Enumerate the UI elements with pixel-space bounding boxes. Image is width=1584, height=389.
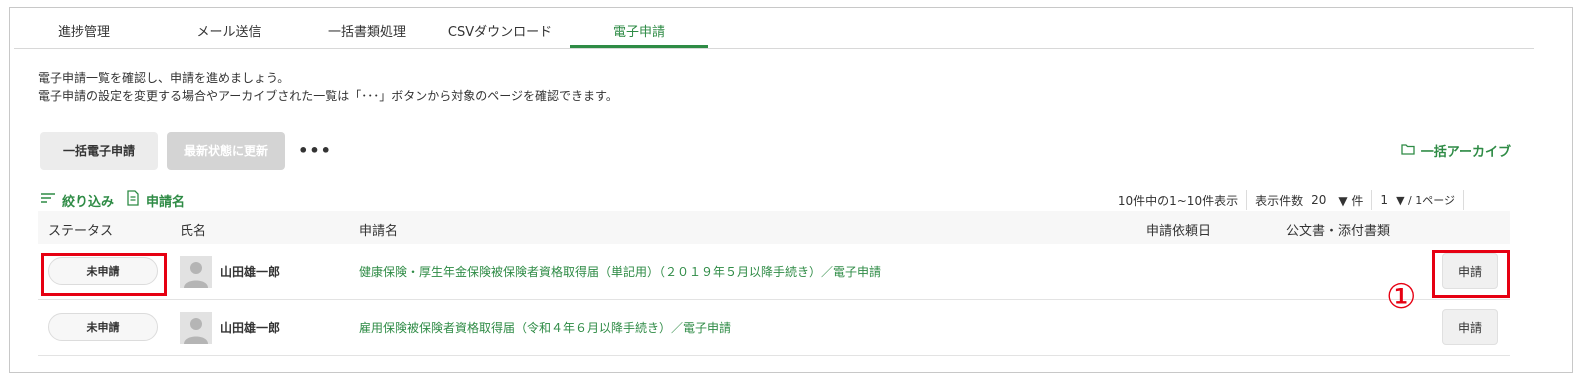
- application-link[interactable]: 健康保険・厚生年金保険被保険者資格取得届（単記用）（２０１９年５月以降手続き）／…: [359, 263, 881, 280]
- header-status: ステータス: [48, 224, 114, 239]
- avatar: [180, 312, 212, 344]
- more-options-button[interactable]: •••: [298, 132, 332, 170]
- application-name-filter[interactable]: 申請名: [126, 190, 185, 210]
- application-name-filter-label: 申請名: [146, 194, 186, 210]
- employee-name: 山田雄一郎: [220, 321, 281, 335]
- pagination: 10件中の1~10件表示 表示件数 20 ▼ 件 1 ▼ / 1ページ: [1118, 189, 1472, 211]
- apply-button-highlight-box: [1432, 250, 1510, 298]
- header-name: 氏名: [180, 224, 207, 239]
- table-row: 未申請 山田雄一郎 健康保険・厚生年金保険被保険者資格取得届（単記用）（２０１９…: [38, 244, 1510, 300]
- status-badge: 未申請: [48, 313, 158, 341]
- tab-progress[interactable]: 進捗管理: [14, 18, 154, 48]
- tab-bar: 進捗管理 メール送信 一括書類処理 CSVダウンロード 電子申請: [14, 18, 1534, 49]
- description-line-1: 電子申請一覧を確認し、申請を進めましょう。: [38, 71, 290, 85]
- page-select[interactable]: 1 ▼ / 1ページ: [1380, 192, 1455, 208]
- document-icon: [126, 190, 140, 210]
- result-summary: 10件中の1~10件表示: [1117, 193, 1239, 208]
- page-total: ▼ / 1ページ: [1396, 194, 1455, 207]
- employee-name: 山田雄一郎: [220, 265, 281, 279]
- filter-button[interactable]: 絞り込み: [40, 191, 114, 210]
- page-description: 電子申請一覧を確認し、申請を進めましょう。 電子申請の設定を変更する場合やアーカ…: [38, 69, 618, 105]
- filter-label: 絞り込み: [62, 194, 115, 210]
- per-page-label: 表示件数: [1255, 193, 1304, 208]
- tab-bulk-documents[interactable]: 一括書類処理: [304, 18, 430, 48]
- status-highlight-box: [41, 253, 167, 296]
- tab-e-application[interactable]: 電子申請: [570, 18, 708, 48]
- apply-button[interactable]: 申請: [1442, 309, 1498, 345]
- header-documents: 公文書・添付書類: [1286, 224, 1391, 239]
- avatar: [180, 256, 212, 288]
- divider: [1246, 190, 1248, 210]
- bulk-archive-button[interactable]: 一括アーカイブ: [1401, 141, 1511, 160]
- table-row: 未申請 山田雄一郎 雇用保険被保険者資格取得届（令和４年６月以降手続き）／電子申…: [38, 300, 1510, 356]
- filter-icon: [40, 192, 56, 208]
- table-header: ステータス 氏名 申請名 申請依頼日 公文書・添付書類: [38, 211, 1510, 244]
- application-table: ステータス 氏名 申請名 申請依頼日 公文書・添付書類 未申請 山田雄一郎 健康…: [38, 211, 1510, 356]
- folder-icon: [1401, 143, 1415, 159]
- tab-mail[interactable]: メール送信: [154, 18, 304, 48]
- per-page-select[interactable]: 20 ▼ 件: [1311, 192, 1363, 209]
- per-page-value: 20: [1311, 193, 1327, 207]
- refresh-status-button[interactable]: 最新状態に更新: [167, 132, 285, 170]
- tab-csv-download[interactable]: CSVダウンロード: [430, 18, 570, 48]
- divider: [1371, 190, 1373, 210]
- step-marker: ①: [1386, 277, 1417, 317]
- divider: [1463, 190, 1464, 210]
- header-request-date: 申請依頼日: [1146, 224, 1212, 239]
- page-value: 1: [1380, 193, 1389, 207]
- application-link[interactable]: 雇用保険被保険者資格取得届（令和４年６月以降手続き）／電子申請: [359, 319, 731, 336]
- bulk-e-apply-button[interactable]: 一括電子申請: [40, 132, 158, 170]
- bulk-archive-label: 一括アーカイブ: [1420, 145, 1511, 160]
- header-application: 申請名: [359, 224, 399, 239]
- description-line-2: 電子申請の設定を変更する場合やアーカイブされた一覧は「･･･」ボタンから対象のペ…: [38, 89, 618, 103]
- filter-bar: 絞り込み 申請名: [40, 190, 197, 210]
- per-page-unit: ▼ 件: [1338, 193, 1364, 208]
